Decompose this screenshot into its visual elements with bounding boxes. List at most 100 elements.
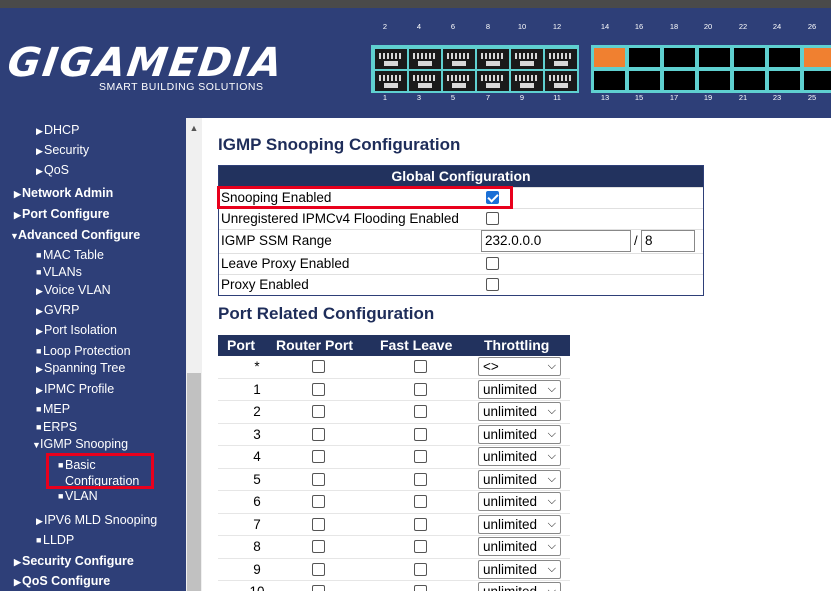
leave-proxy-label: Leave Proxy Enabled (221, 256, 350, 271)
router-port-checkbox[interactable] (312, 517, 325, 531)
sidebar-item-security[interactable]: ▶Security (36, 142, 89, 159)
sidebar-item-qos-configure[interactable]: ▶QoS Configure (14, 573, 110, 590)
throttling-select[interactable]: unlimited ⌵ (478, 402, 561, 421)
sidebar-item-loop-protection[interactable]: ■ Loop Protection (36, 343, 131, 359)
ssm-range-address-input[interactable]: 232.0.0.0 (481, 230, 631, 252)
sfp-port-15-icon[interactable] (629, 71, 660, 90)
collapsed-arrow-icon: ▶ (36, 166, 43, 176)
port-number-label: 14 (600, 22, 610, 31)
router-port-checkbox[interactable] (312, 427, 325, 441)
throttling-select[interactable]: unlimited ⌵ (478, 379, 561, 399)
port-number-label: 24 (772, 22, 782, 31)
sidebar-item-voice-vlan[interactable]: ▶Voice VLAN (36, 282, 111, 299)
port-6-icon[interactable] (443, 49, 475, 69)
ssm-range-mask-input[interactable]: 8 (641, 230, 695, 252)
router-port-checkbox[interactable] (312, 382, 325, 396)
router-port-checkbox[interactable] (312, 360, 325, 373)
fast-leave-checkbox[interactable] (414, 405, 427, 418)
sidebar-item-erps[interactable]: ■ ERPS (36, 419, 77, 435)
router-port-checkbox[interactable] (312, 472, 325, 486)
sidebar-item-label: IGMP Snooping (40, 437, 129, 451)
fast-leave-checkbox[interactable] (414, 540, 427, 553)
sidebar-item-port-isolation[interactable]: ▶Port Isolation (36, 322, 117, 339)
sidebar-item-vlans[interactable]: ■ VLANs (36, 264, 82, 280)
proxy-enabled-checkbox[interactable] (486, 278, 499, 291)
sidebar-item-igmp-snooping[interactable]: ▼IGMP Snooping (32, 436, 128, 453)
sidebar-item-network-admin[interactable]: ▶Network Admin (14, 185, 113, 202)
port-7-icon[interactable] (477, 71, 509, 91)
fast-leave-checkbox[interactable] (414, 585, 427, 591)
fast-leave-checkbox[interactable] (414, 517, 427, 531)
fast-leave-checkbox[interactable] (414, 495, 427, 508)
fast-leave-checkbox[interactable] (414, 450, 427, 463)
throttling-value: unlimited (483, 449, 538, 464)
sfp-port-24-icon[interactable] (769, 48, 800, 67)
port-5-icon[interactable] (443, 71, 475, 91)
port-8-icon[interactable] (477, 49, 509, 69)
sidebar-item-vlan[interactable]: ■VLANConfiguration (58, 488, 139, 502)
sfp-port-25-icon[interactable] (804, 71, 831, 90)
scroll-up-arrow-icon[interactable]: ▲ (186, 120, 202, 136)
port-9-icon[interactable] (511, 71, 543, 91)
throttling-select[interactable]: unlimited ⌵ (478, 537, 561, 556)
table-row: 6 unlimited ⌵ (218, 491, 570, 514)
port-cell: 10 (218, 584, 296, 591)
bullet-icon: ■ (58, 491, 64, 501)
sidebar-item-qos[interactable]: ▶QoS (36, 162, 69, 179)
port-2-icon[interactable] (375, 49, 407, 69)
throttling-select[interactable]: unlimited ⌵ (478, 447, 561, 466)
router-port-checkbox[interactable] (312, 585, 325, 591)
chevron-down-icon: ⌵ (547, 405, 556, 417)
sfp-port-17-icon[interactable] (664, 71, 695, 90)
sfp-port-22-icon[interactable] (734, 48, 765, 67)
throttling-select[interactable]: unlimited ⌵ (478, 559, 561, 579)
port-11-icon[interactable] (545, 71, 577, 91)
sidebar-item-mac-table[interactable]: ■ MAC Table (36, 247, 104, 263)
router-port-checkbox[interactable] (312, 450, 325, 463)
router-port-checkbox[interactable] (312, 562, 325, 576)
sidebar-item-gvrp[interactable]: ▶GVRP (36, 302, 79, 319)
sfp-port-16-icon[interactable] (629, 48, 660, 67)
ssm-range-label: IGMP SSM Range (221, 233, 332, 248)
port-4-icon[interactable] (409, 49, 441, 69)
fast-leave-checkbox[interactable] (414, 562, 427, 576)
throttling-select[interactable]: unlimited ⌵ (478, 492, 561, 511)
sidebar-item-lldp[interactable]: ■ LLDP (36, 532, 74, 548)
sidebar-item-ipv6-mld-snooping[interactable]: ▶IPV6 MLD Snooping (36, 512, 157, 529)
throttling-select[interactable]: unlimited ⌵ (478, 424, 561, 444)
sfp-port-18-icon[interactable] (664, 48, 695, 67)
sidebar-item-ipmc-profile[interactable]: ▶IPMC Profile (36, 381, 114, 398)
port-number-label: 15 (634, 93, 644, 102)
router-port-checkbox[interactable] (312, 495, 325, 508)
throttling-select[interactable]: unlimited ⌵ (478, 582, 561, 591)
port-1-icon[interactable] (375, 71, 407, 91)
port-10-icon[interactable] (511, 49, 543, 69)
sfp-port-21-icon[interactable] (734, 71, 765, 90)
router-port-checkbox[interactable] (312, 405, 325, 418)
throttling-select[interactable]: unlimited ⌵ (478, 514, 561, 534)
sidebar-item-security-configure[interactable]: ▶Security Configure (14, 553, 134, 570)
fast-leave-checkbox[interactable] (414, 472, 427, 486)
scrollbar-thumb[interactable] (187, 373, 201, 591)
sidebar-item-port-configure[interactable]: ▶Port Configure (14, 206, 110, 223)
sfp-port-20-icon[interactable] (699, 48, 730, 67)
fast-leave-checkbox[interactable] (414, 360, 427, 373)
sidebar-item-advanced-configure[interactable]: ▼Advanced Configure (10, 227, 140, 244)
fast-leave-checkbox[interactable] (414, 382, 427, 396)
unregistered-flooding-checkbox[interactable] (486, 212, 499, 225)
sfp-port-13-icon[interactable] (594, 71, 625, 90)
leave-proxy-checkbox[interactable] (486, 257, 499, 270)
sidebar-item-dhcp[interactable]: ▶DHCP (36, 122, 79, 139)
throttling-select[interactable]: unlimited ⌵ (478, 469, 561, 489)
sfp-port-14-icon[interactable] (594, 48, 625, 67)
sidebar-item-mep[interactable]: ■ MEP (36, 401, 70, 417)
sfp-port-19-icon[interactable] (699, 71, 730, 90)
sfp-port-26-icon[interactable] (804, 48, 831, 67)
throttling-select[interactable]: <> ⌵ (478, 357, 561, 376)
fast-leave-checkbox[interactable] (414, 427, 427, 441)
router-port-checkbox[interactable] (312, 540, 325, 553)
sfp-port-23-icon[interactable] (769, 71, 800, 90)
sidebar-item-spanning-tree[interactable]: ▶Spanning Tree (36, 360, 125, 377)
port-12-icon[interactable] (545, 49, 577, 69)
port-3-icon[interactable] (409, 71, 441, 91)
